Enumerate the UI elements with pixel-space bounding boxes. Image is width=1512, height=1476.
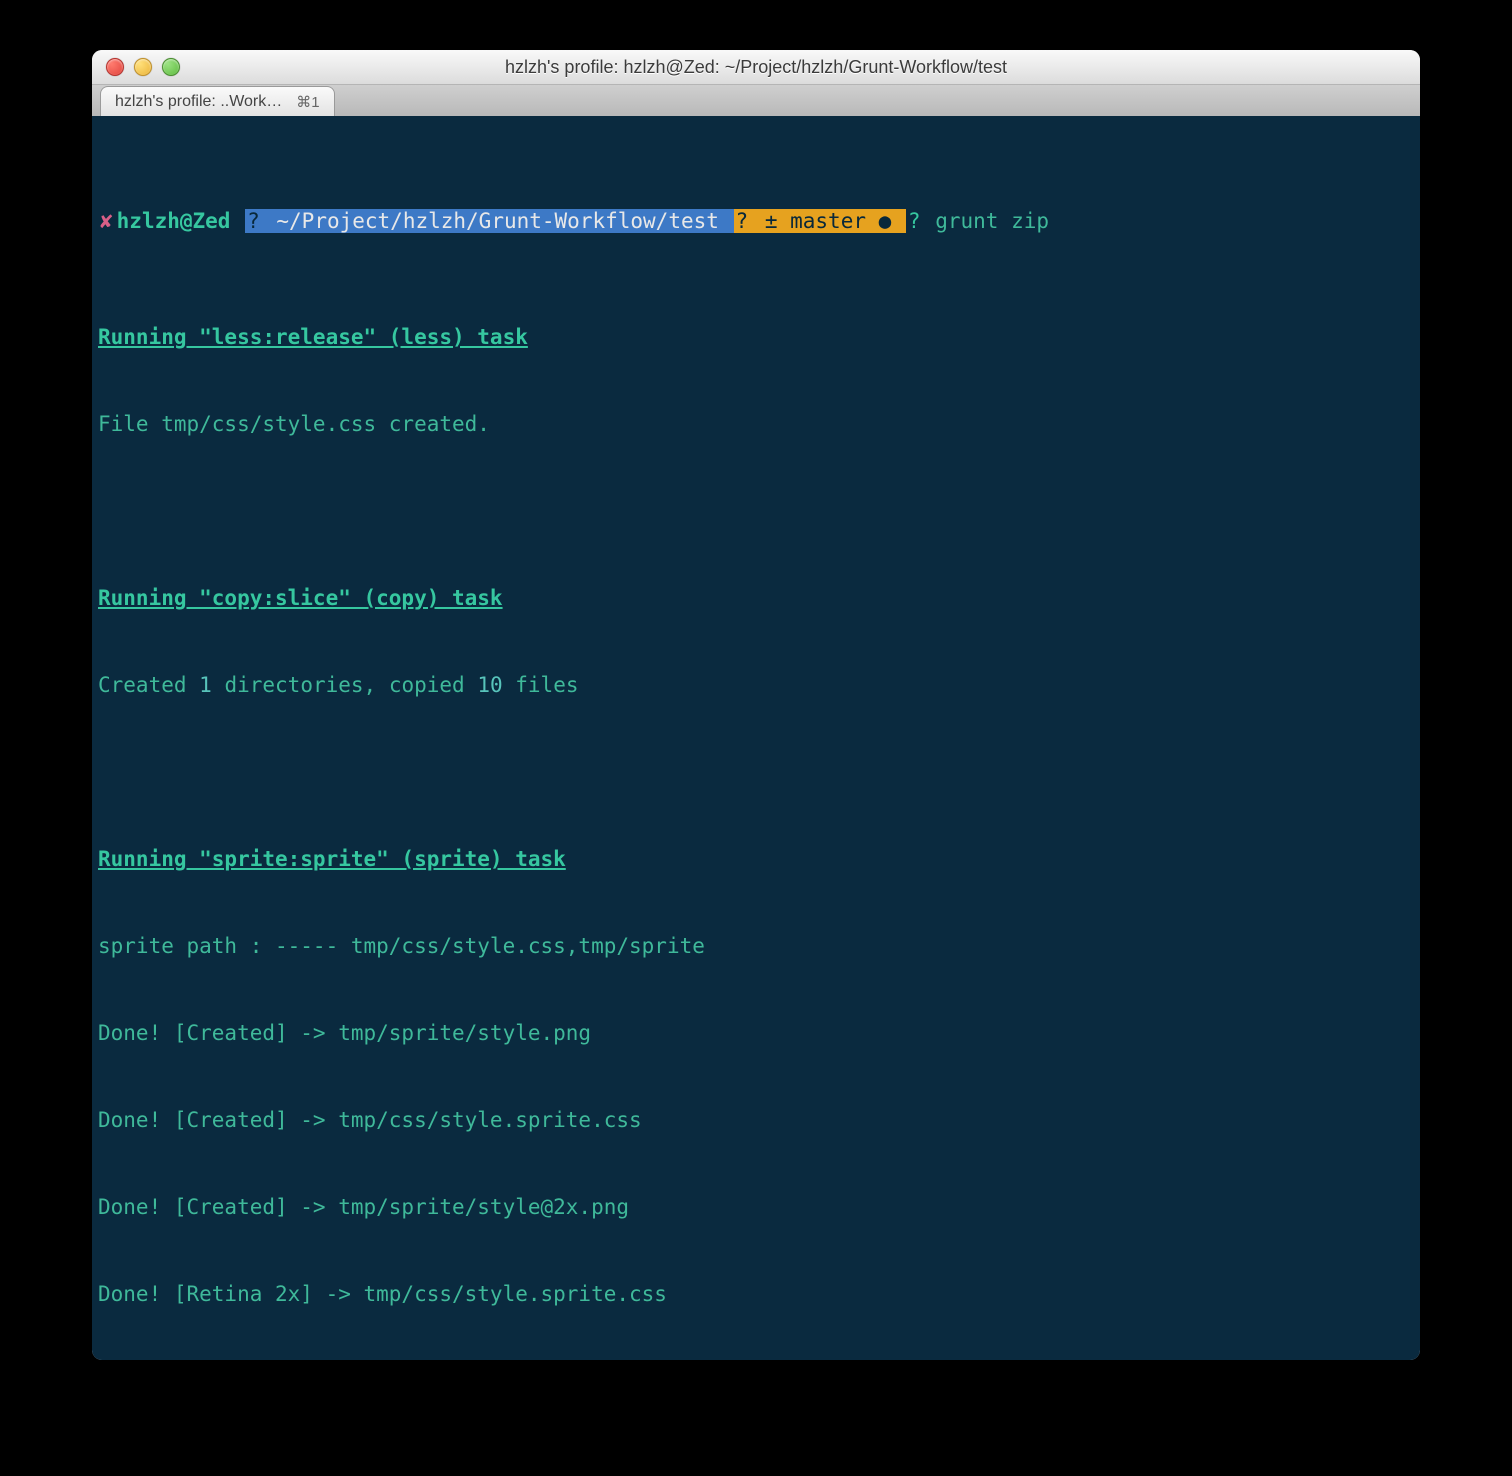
terminal-window: hzlzh's profile: hzlzh@Zed: ~/Project/hz… (92, 50, 1420, 1360)
tab-shortcut: ⌘1 (296, 93, 319, 111)
output-line: Done! [Retina 2x] -> tmp/css/style.sprit… (98, 1280, 1414, 1309)
task-header: Running "less:release" (less) task (98, 323, 1414, 352)
separator-icon: ? (734, 209, 763, 233)
tab-label: hzlzh's profile: ..Work… (115, 93, 282, 111)
separator-icon: ? (245, 209, 274, 233)
tab-terminal-1[interactable]: hzlzh's profile: ..Work… ⌘1 (100, 86, 335, 117)
task-header: Running "sprite:sprite" (sprite) task (98, 845, 1414, 874)
separator-icon: ? (906, 209, 923, 233)
output-line: sprite path : ----- tmp/css/style.css,tm… (98, 932, 1414, 961)
terminal-viewport[interactable]: ✘hzlzh@Zed ? ~/Project/hzlzh/Grunt-Workf… (92, 116, 1420, 1360)
window-titlebar[interactable]: hzlzh's profile: hzlzh@Zed: ~/Project/hz… (92, 50, 1420, 85)
prompt-line-1: ✘hzlzh@Zed ? ~/Project/hzlzh/Grunt-Workf… (98, 207, 1414, 236)
output-line: Created 1 directories, copied 10 files (98, 671, 1414, 700)
output-line: Done! [Created] -> tmp/sprite/style.png (98, 1019, 1414, 1048)
output-line: Done! [Created] -> tmp/sprite/style@2x.p… (98, 1193, 1414, 1222)
cwd-path: ~/Project/hzlzh/Grunt-Workflow/test (274, 209, 733, 233)
close-icon[interactable] (106, 58, 124, 76)
zoom-icon[interactable] (162, 58, 180, 76)
user-host: hzlzh@Zed (115, 209, 245, 233)
status-icon: ✘ (98, 209, 115, 233)
output-line: File tmp/css/style.css created. (98, 410, 1414, 439)
window-controls (92, 58, 180, 76)
output-line: Done! [Created] -> tmp/css/style.sprite.… (98, 1106, 1414, 1135)
minimize-icon[interactable] (134, 58, 152, 76)
command-input: grunt zip (923, 209, 1049, 233)
git-branch: ± master ● (763, 209, 906, 233)
task-header: Running "copy:slice" (copy) task (98, 584, 1414, 613)
window-title: hzlzh's profile: hzlzh@Zed: ~/Project/hz… (92, 57, 1420, 78)
tab-bar: hzlzh's profile: ..Work… ⌘1 (92, 85, 1420, 118)
